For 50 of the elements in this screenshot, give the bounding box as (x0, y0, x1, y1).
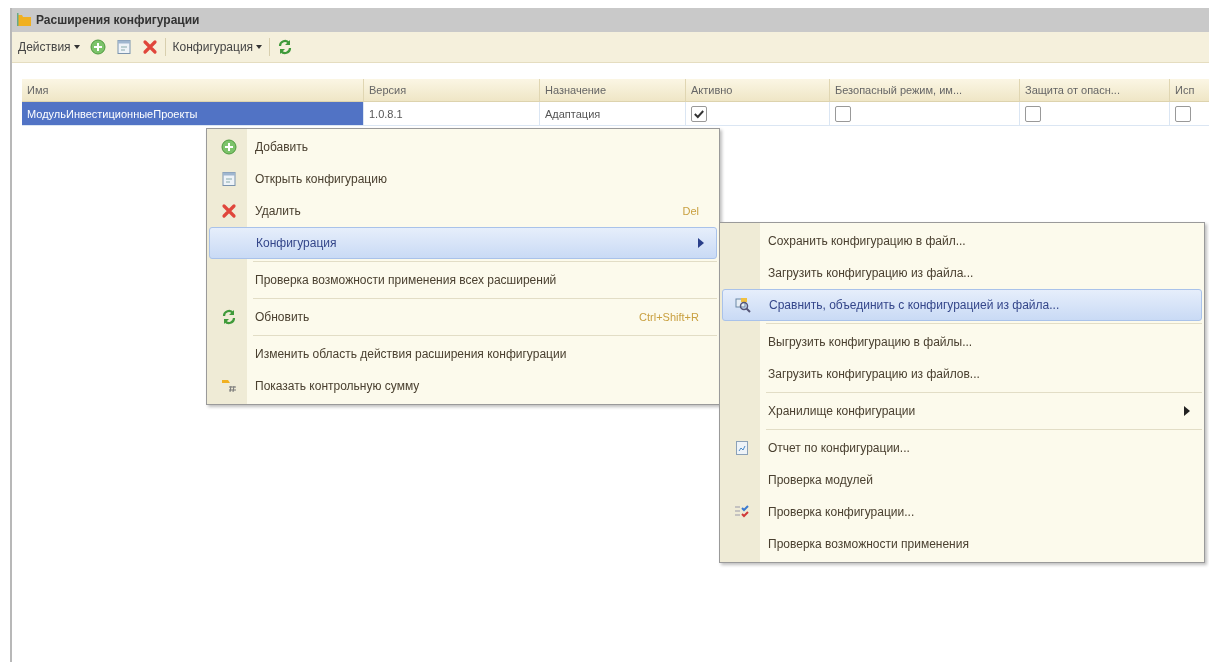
toolbar-menu-button[interactable]: Действия (15, 38, 83, 56)
menu-item[interactable]: Сохранить конфигурацию в файл... (722, 225, 1202, 257)
checkbox[interactable] (691, 105, 707, 122)
menu-item[interactable]: Отчет по конфигурации... (722, 432, 1202, 464)
menu-item[interactable]: Проверка возможности применения (722, 528, 1202, 560)
window-title: Расширения конфигурации (36, 13, 200, 27)
menu-item[interactable]: Сравнить, объединить с конфигурацией из файла... (722, 289, 1202, 321)
menu-item[interactable]: Хранилище конфигурации (722, 395, 1202, 427)
column-header[interactable]: Исп (1170, 79, 1209, 102)
add-icon (89, 39, 106, 55)
folder-icon (16, 12, 32, 28)
menu-item[interactable]: Открыть конфигурацию (209, 163, 717, 195)
refresh-icon (221, 309, 237, 325)
menu-item[interactable]: Проверка модулей (722, 464, 1202, 496)
refresh-icon (277, 39, 294, 55)
caret-icon (256, 45, 263, 49)
menu-item[interactable]: Обновить Ctrl+Shift+R (209, 301, 717, 333)
menu-item[interactable]: Проверка конфигурации... (722, 496, 1202, 528)
magnifier-icon (735, 297, 751, 313)
menu-item[interactable]: Загрузить конфигурацию из файла... (722, 257, 1202, 289)
column-header[interactable]: Версия (364, 79, 540, 102)
menu-item[interactable]: Выгрузить конфигурацию в файлы... (722, 326, 1202, 358)
caret-icon (73, 45, 80, 49)
menu-item[interactable]: Добавить (209, 131, 717, 163)
menu-item[interactable]: Изменить область действия расширения конфигурации (209, 338, 717, 370)
column-header[interactable]: Назначение (540, 79, 686, 102)
table-cell: 1.0.8.1 (364, 102, 540, 126)
column-header[interactable]: Защита от опасн... (1020, 79, 1170, 102)
menu-item[interactable]: Загрузить конфигурацию из файлов... (722, 358, 1202, 390)
toolbar-menu-button[interactable]: Конфигурация (169, 38, 266, 56)
delete-icon (221, 203, 237, 219)
checkbox[interactable] (835, 105, 851, 122)
checkbox[interactable] (1175, 105, 1191, 122)
table-cell: Адаптация (540, 102, 686, 126)
column-header[interactable]: Имя (22, 79, 364, 102)
menu-item[interactable]: Удалить Del (209, 195, 717, 227)
menu-item[interactable]: Показать контрольную сумму (209, 370, 717, 402)
checkbox[interactable] (1025, 105, 1041, 122)
add-icon (221, 139, 237, 155)
document-icon (115, 39, 132, 55)
checksum-icon (221, 378, 237, 394)
menu-item[interactable]: Конфигурация (209, 227, 717, 259)
checklist-icon (734, 504, 750, 520)
report-icon (734, 440, 750, 456)
delete-icon (141, 39, 158, 55)
menu-item[interactable]: Проверка возможности применения всех расширений (209, 264, 717, 296)
table-cell: МодульИнвестиционныеПроекты (22, 102, 364, 126)
document-icon (221, 171, 237, 187)
column-header[interactable]: Активно (686, 79, 830, 102)
column-header[interactable]: Безопасный режим, им... (830, 79, 1020, 102)
